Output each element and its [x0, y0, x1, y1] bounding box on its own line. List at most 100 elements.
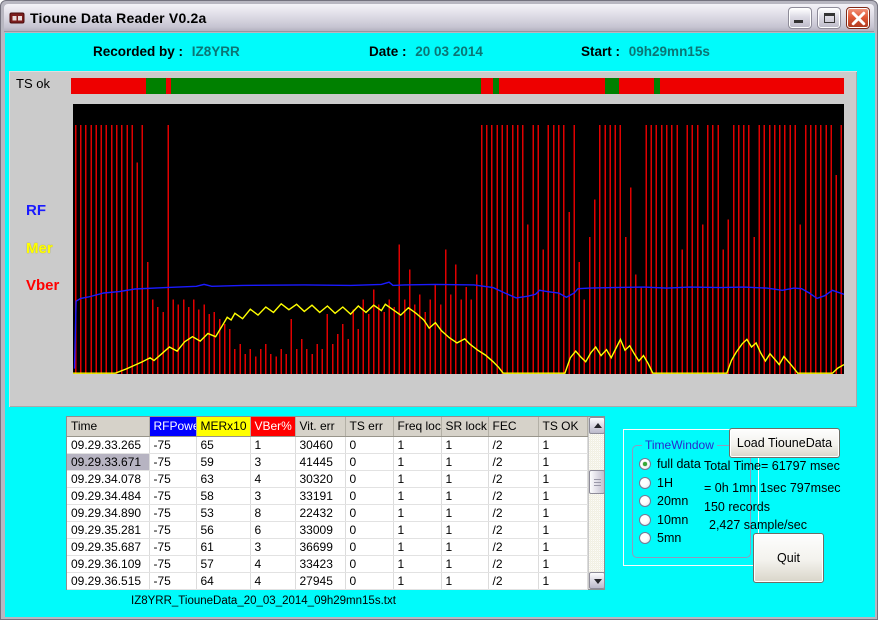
table-cell: 33191	[295, 487, 345, 504]
table-cell: 33423	[295, 555, 345, 572]
table-cell: 8	[250, 504, 295, 521]
table-row[interactable]: 09.29.33.265-7565130460011/21	[67, 436, 587, 453]
table-row[interactable]: 09.29.36.109-7557433423011/21	[67, 555, 587, 572]
table-cell: /2	[488, 470, 538, 487]
scroll-down-button[interactable]	[589, 572, 605, 589]
table-cell: 0	[345, 453, 393, 470]
title-bar[interactable]: Tioune Data Reader V0.2a	[4, 4, 874, 32]
maximize-button[interactable]	[818, 8, 840, 28]
radio-icon	[639, 495, 651, 507]
column-header-time[interactable]: Time	[67, 417, 149, 436]
table-cell: -75	[149, 487, 196, 504]
start-value: 09h29mn15s	[629, 44, 710, 59]
table-cell: /2	[488, 572, 538, 589]
table-cell: 41445	[295, 453, 345, 470]
date-label: Date :	[369, 44, 407, 59]
table-row[interactable]: 09.29.34.078-7563430320011/21	[67, 470, 587, 487]
column-header-ts-err[interactable]: TS err	[345, 417, 393, 436]
table-cell: 1	[441, 504, 488, 521]
table-cell: 1	[538, 504, 587, 521]
column-header-freq-lock[interactable]: Freq lock	[393, 417, 441, 436]
table-cell: 27945	[295, 572, 345, 589]
table-cell: -75	[149, 521, 196, 538]
ts-ok-segment-err	[71, 78, 146, 94]
table-cell: 61	[196, 538, 250, 555]
table-cell: 1	[441, 470, 488, 487]
scrollbar-thumb[interactable]	[589, 470, 605, 494]
scrollbar-grip-icon	[594, 479, 601, 486]
table-cell: 0	[345, 538, 393, 555]
minimize-button[interactable]	[789, 8, 811, 28]
radio-label: 1H	[657, 476, 673, 490]
table-cell: 0	[345, 555, 393, 572]
scroll-up-button[interactable]	[589, 417, 605, 434]
scroll-up-icon	[594, 423, 602, 428]
column-header-sr-lock[interactable]: SR lock	[441, 417, 488, 436]
table-cell: 09.29.34.484	[67, 487, 149, 504]
signal-chart	[73, 104, 844, 374]
table-cell: 1	[538, 555, 587, 572]
table-cell: 09.29.34.078	[67, 470, 149, 487]
table-cell: 33009	[295, 521, 345, 538]
radio-icon	[639, 477, 651, 489]
table-cell: 1	[441, 453, 488, 470]
column-header-rfpower[interactable]: RFPower	[149, 417, 196, 436]
table-cell: 0	[345, 521, 393, 538]
table-cell: 09.29.35.687	[67, 538, 149, 555]
table-row[interactable]: 09.29.34.890-7553822432011/21	[67, 504, 587, 521]
table-row[interactable]: 09.29.35.687-7561336699011/21	[67, 538, 587, 555]
ts-ok-segment-ok	[605, 78, 619, 94]
table-cell: 3	[250, 538, 295, 555]
close-icon	[851, 11, 866, 26]
table-cell: 1	[441, 487, 488, 504]
table-scrollbar[interactable]	[588, 417, 605, 589]
load-button-label: Load TiouneData	[737, 436, 832, 450]
ts-ok-segment-err	[619, 78, 654, 94]
table-cell: 1	[393, 453, 441, 470]
table-row[interactable]: 09.29.34.484-7558333191011/21	[67, 487, 587, 504]
ts-ok-segment-ok	[171, 78, 481, 94]
table-cell: 1	[538, 470, 587, 487]
scroll-down-icon	[594, 579, 602, 584]
table-cell: 0	[345, 436, 393, 453]
radio-icon	[639, 514, 651, 526]
table-cell: 1	[393, 572, 441, 589]
column-header-vit-err[interactable]: Vit. err	[295, 417, 345, 436]
column-header-fec[interactable]: FEC	[488, 417, 538, 436]
table-cell: 36699	[295, 538, 345, 555]
table-cell: 6	[250, 521, 295, 538]
column-header-merx10[interactable]: MERx10	[196, 417, 250, 436]
table-cell: -75	[149, 555, 196, 572]
table-cell: 1	[441, 436, 488, 453]
client-area: Recorded by : IZ8YRR Date : 20 03 2014 S…	[5, 33, 875, 617]
table-cell: /2	[488, 555, 538, 572]
recorded-by-value: IZ8YRR	[192, 44, 240, 59]
table-cell: -75	[149, 504, 196, 521]
table-cell: 1	[441, 555, 488, 572]
close-button[interactable]	[847, 8, 869, 28]
total-time-human: = 0h 1mn 1sec 797msec	[704, 481, 841, 495]
radio-label: 5mn	[657, 531, 681, 545]
table-row[interactable]: 09.29.36.515-7564427945011/21	[67, 572, 587, 589]
quit-button[interactable]: Quit	[753, 533, 824, 583]
table-cell: 1	[393, 436, 441, 453]
table-cell: /2	[488, 538, 538, 555]
table-cell: 0	[345, 572, 393, 589]
chart-panel: TS ok RF Mer Vber	[9, 71, 857, 407]
table-cell: 56	[196, 521, 250, 538]
table-row[interactable]: 09.29.35.281-7556633009011/21	[67, 521, 587, 538]
quit-button-label: Quit	[777, 551, 800, 565]
ts-ok-segment-err	[481, 78, 493, 94]
table-cell: 3	[250, 487, 295, 504]
column-header-vber-[interactable]: VBer%	[250, 417, 295, 436]
table-cell: 1	[393, 555, 441, 572]
load-tiounedata-button[interactable]: Load TiouneData	[729, 428, 840, 458]
table-cell: 1	[393, 470, 441, 487]
table-cell: 1	[538, 538, 587, 555]
table-cell: 1	[538, 436, 587, 453]
column-header-ts-ok[interactable]: TS OK	[538, 417, 587, 436]
table-cell: /2	[488, 487, 538, 504]
table-cell: 53	[196, 504, 250, 521]
table-cell: 1	[393, 487, 441, 504]
table-row[interactable]: 09.29.33.671-7559341445011/21	[67, 453, 587, 470]
